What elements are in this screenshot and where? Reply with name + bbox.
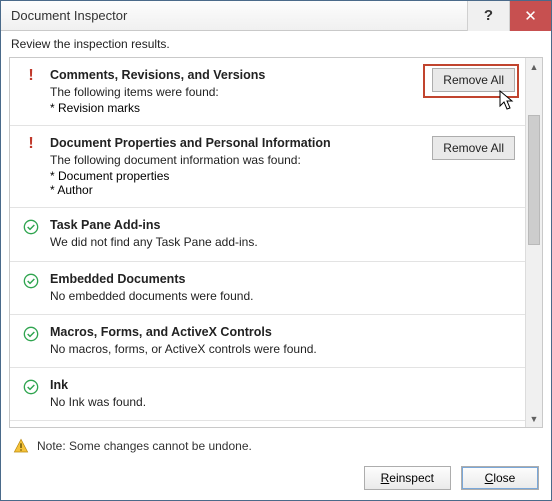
result-description: No macros, forms, or ActiveX controls we… xyxy=(50,341,413,357)
result-action-col: Remove All xyxy=(423,68,515,92)
result-text: Embedded Documents No embedded documents … xyxy=(50,272,413,304)
scroll-up-button[interactable]: ▲ xyxy=(526,58,542,75)
checkmark-icon xyxy=(22,325,40,342)
result-text: Document Properties and Personal Informa… xyxy=(50,136,413,197)
dialog-footer: Reinspect Close xyxy=(1,460,551,500)
result-title: Task Pane Add-ins xyxy=(50,218,413,232)
result-details: * Document properties* Author xyxy=(50,169,413,197)
result-title: Ink xyxy=(50,378,413,392)
window-title: Document Inspector xyxy=(1,8,467,23)
reinspect-button[interactable]: Reinspect xyxy=(364,466,451,490)
close-button[interactable]: Close xyxy=(461,466,539,490)
results-scroll-area: ! Comments, Revisions, and Versions The fo… xyxy=(10,58,525,427)
result-description: The following document information was f… xyxy=(50,152,413,168)
result-details: * Revision marks xyxy=(50,101,413,115)
result-text: Task Pane Add-ins We did not find any Tas… xyxy=(50,218,413,250)
result-text: Ink No Ink was found. xyxy=(50,378,413,410)
alert-icon: ! xyxy=(22,68,40,83)
result-item: Macros, Forms, and ActiveX Controls No ma… xyxy=(10,315,525,368)
result-item: Embedded Documents No embedded documents … xyxy=(10,262,525,315)
scroll-down-button[interactable]: ▼ xyxy=(526,410,542,427)
note-text: Note: Some changes cannot be undone. xyxy=(37,439,252,453)
review-subtitle: Review the inspection results. xyxy=(1,31,551,57)
remove-all-button[interactable]: Remove All xyxy=(432,68,515,92)
results-frame: ! Comments, Revisions, and Versions The fo… xyxy=(9,57,543,428)
result-item: Ink No Ink was found. xyxy=(10,368,525,421)
result-text: Macros, Forms, and ActiveX Controls No ma… xyxy=(50,325,413,357)
checkmark-icon xyxy=(22,218,40,235)
result-description: No Ink was found. xyxy=(50,394,413,410)
scroll-thumb[interactable] xyxy=(528,115,540,245)
checkmark-icon xyxy=(22,378,40,395)
cursor-icon xyxy=(499,90,517,115)
document-inspector-dialog: Document Inspector ? ✕ Review the inspec… xyxy=(0,0,552,501)
results-list: ! Comments, Revisions, and Versions The fo… xyxy=(10,58,525,427)
help-button[interactable]: ? xyxy=(467,1,509,31)
result-title: Document Properties and Personal Informa… xyxy=(50,136,413,150)
result-title: Embedded Documents xyxy=(50,272,413,286)
result-action-col: Remove All xyxy=(423,136,515,160)
alert-icon: ! xyxy=(22,136,40,151)
result-description: The following items were found: xyxy=(50,84,413,100)
note-row: Note: Some changes cannot be undone. xyxy=(1,434,551,460)
result-item: Collapsed Headings xyxy=(10,421,525,427)
result-item: Task Pane Add-ins We did not find any Tas… xyxy=(10,208,525,261)
titlebar: Document Inspector ? ✕ xyxy=(1,1,551,31)
remove-all-button[interactable]: Remove All xyxy=(432,136,515,160)
warning-icon xyxy=(13,438,29,454)
checkmark-icon xyxy=(22,272,40,289)
result-item: ! Document Properties and Personal Inform… xyxy=(10,126,525,208)
result-item: ! Comments, Revisions, and Versions The fo… xyxy=(10,58,525,126)
result-text: Comments, Revisions, and Versions The fol… xyxy=(50,68,413,115)
result-title: Macros, Forms, and ActiveX Controls xyxy=(50,325,413,339)
scroll-track[interactable] xyxy=(526,75,542,410)
vertical-scrollbar[interactable]: ▲ ▼ xyxy=(525,58,542,427)
window-close-button[interactable]: ✕ xyxy=(509,1,551,31)
result-description: No embedded documents were found. xyxy=(50,288,413,304)
result-description: We did not find any Task Pane add-ins. xyxy=(50,234,413,250)
result-title: Comments, Revisions, and Versions xyxy=(50,68,413,82)
